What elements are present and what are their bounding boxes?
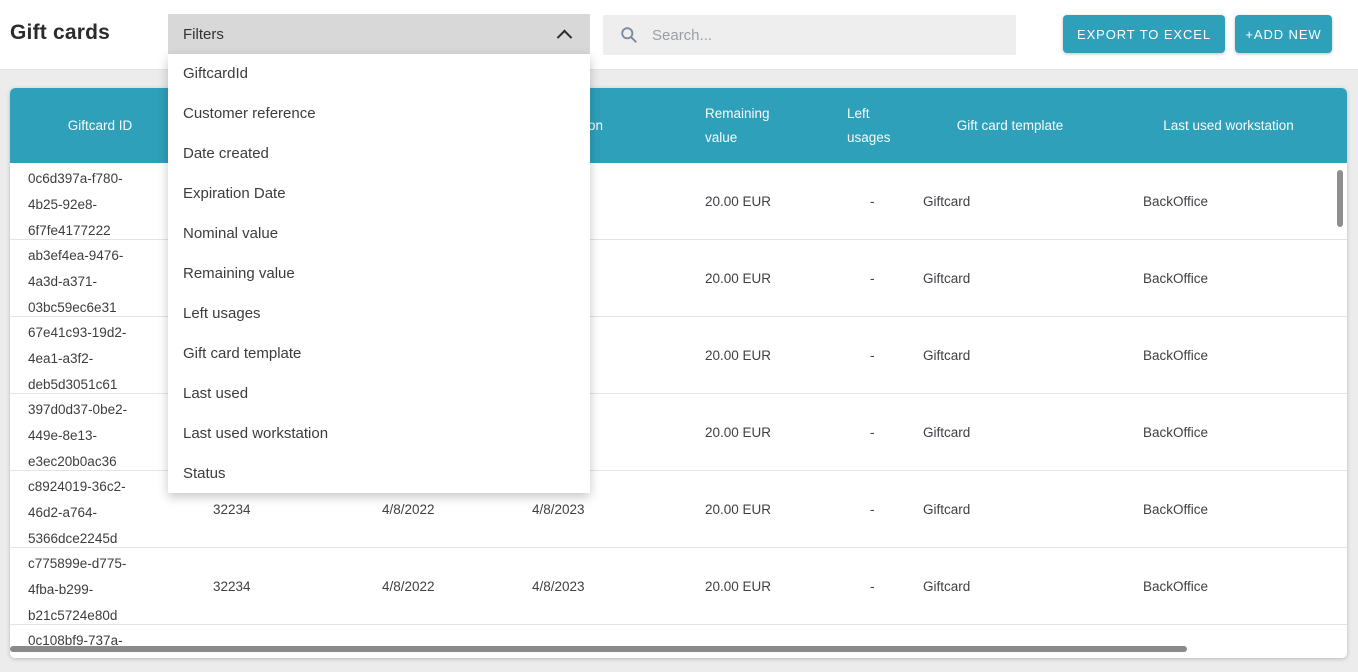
filters-dropdown-label: Filters [183,26,224,43]
table-row[interactable]: 0c108bf9-737a- [10,625,1347,658]
cell-gift-card-template: Giftcard [910,394,1110,470]
filter-menu-item-giftcardid[interactable]: GiftcardId [168,54,590,94]
filter-menu-item-customer-reference[interactable]: Customer reference [168,94,590,134]
chevron-up-icon [557,29,573,45]
filter-menu-item-date-created[interactable]: Date created [168,134,590,174]
column-header-last-used-workstation[interactable]: Last used workstation [1110,88,1347,163]
filter-menu-item-last-used-workstation[interactable]: Last used workstation [168,413,590,453]
column-header-label: Giftcard ID [68,118,133,133]
cell-gift-card-template [910,625,1110,658]
filters-dropdown-button[interactable]: Filters [168,14,590,54]
cell-giftcard-id: 397d0d37-0be2-449e-8e13-e3ec20b0ac36 [10,394,190,470]
column-header-label: Last used workstation [1163,118,1294,133]
cell-left-usages: - [835,471,910,547]
cell-left-usages: - [835,240,910,316]
cell-gift-card-template: Giftcard [910,471,1110,547]
cell-remaining-value: 20.00 EUR [670,240,835,316]
cell-gift-card-template: Giftcard [910,548,1110,624]
cell-left-usages: - [835,317,910,393]
search-input[interactable] [650,26,984,45]
cell-last-used-workstation: BackOffice [1110,394,1347,470]
vertical-scrollbar-thumb[interactable] [1337,170,1343,227]
column-header-gift-card-template[interactable]: Gift card template [910,88,1110,163]
column-header-label: Left usages [847,102,901,150]
cell-remaining-value: 20.00 EUR [670,317,835,393]
filters-dropdown-menu: GiftcardIdCustomer referenceDate created… [168,54,590,493]
table-row[interactable]: c775899e-d775-4fba-b299-b21c5724e80d3223… [10,548,1347,625]
filter-menu-item-status[interactable]: Status [168,453,590,493]
cell-remaining-value: 20.00 EUR [670,548,835,624]
filter-menu-item-nominal-value[interactable]: Nominal value [168,214,590,254]
cell-last-used-workstation [1110,625,1347,658]
cell-last-used-workstation: BackOffice [1110,317,1347,393]
cell-remaining-value: 20.00 EUR [670,163,835,239]
cell-left-usages: - [835,163,910,239]
cell-remaining-value [670,625,835,658]
cell-expiration: 4/8/2023 [520,548,670,624]
add-new-button[interactable]: +ADD NEW [1235,15,1332,53]
column-header-label: Remaining value [705,102,787,150]
filter-menu-item-gift-card-template[interactable]: Gift card template [168,333,590,373]
cell-giftcard-id: 0c108bf9-737a- [10,625,190,658]
cell-last-used-workstation: BackOffice [1110,163,1347,239]
cell-gift-card-template: Giftcard [910,240,1110,316]
cell-remaining-value: 20.00 EUR [670,471,835,547]
search-box[interactable] [603,15,1016,55]
cell-date-created: 4/8/2022 [360,548,520,624]
horizontal-scrollbar-thumb[interactable] [10,646,1187,652]
column-header-left-usages[interactable]: Left usages [835,88,910,163]
column-header-label: Gift card template [957,118,1064,133]
column-header-giftcard-id[interactable]: Giftcard ID [10,88,190,163]
cell-giftcard-id: c775899e-d775-4fba-b299-b21c5724e80d [10,548,190,624]
filter-menu-item-left-usages[interactable]: Left usages [168,293,590,333]
export-to-excel-button[interactable]: EXPORT TO EXCEL [1063,15,1225,53]
cell-customer-reference [190,625,360,658]
cell-last-used-workstation: BackOffice [1110,240,1347,316]
cell-gift-card-template: Giftcard [910,163,1110,239]
cell-giftcard-id: ab3ef4ea-9476-4a3d-a371-03bc59ec6e31 [10,240,190,316]
cell-giftcard-id: c8924019-36c2-46d2-a764-5366dce2245d [10,471,190,547]
cell-gift-card-template: Giftcard [910,317,1110,393]
cell-date-created [360,625,520,658]
cell-last-used-workstation: BackOffice [1110,471,1347,547]
cell-left-usages: - [835,548,910,624]
cell-last-used-workstation: BackOffice [1110,548,1347,624]
cell-giftcard-id: 0c6d397a-f780-4b25-92e8-6f7fe4177222 [10,163,190,239]
column-header-remaining-value[interactable]: Remaining value [670,88,835,163]
cell-remaining-value: 20.00 EUR [670,394,835,470]
cell-expiration [520,625,670,658]
cell-left-usages: - [835,394,910,470]
filter-menu-item-remaining-value[interactable]: Remaining value [168,254,590,294]
cell-giftcard-id: 67e41c93-19d2-4ea1-a3f2-deb5d3051c61 [10,317,190,393]
search-icon [620,26,638,44]
page-title: Gift cards [10,21,110,45]
cell-left-usages [835,625,910,658]
filter-menu-item-last-used[interactable]: Last used [168,373,590,413]
cell-customer-reference: 32234 [190,548,360,624]
filter-menu-item-expiration-date[interactable]: Expiration Date [168,174,590,214]
